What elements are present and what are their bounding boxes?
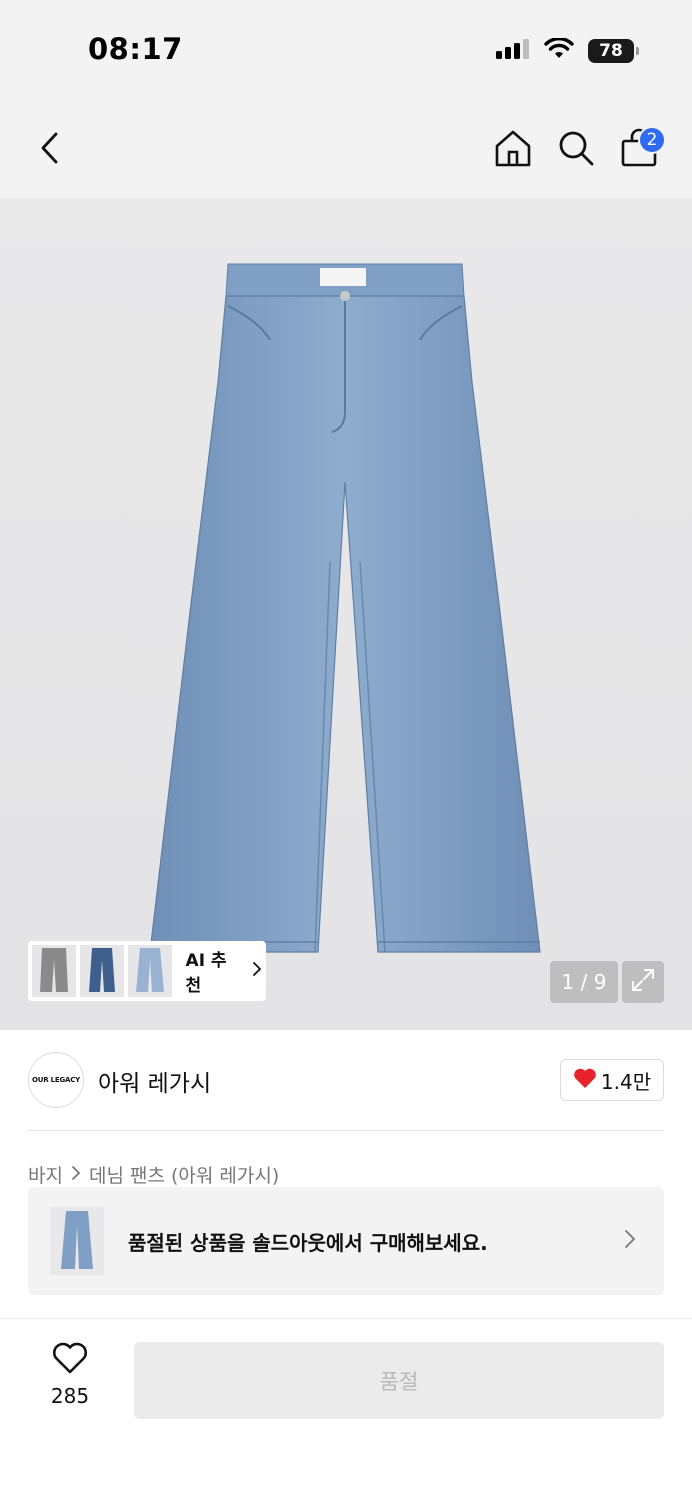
- divider: [28, 1130, 664, 1131]
- breadcrumb-category[interactable]: 바지: [28, 1161, 63, 1188]
- brand-like-count: 1.4만: [600, 1069, 652, 1094]
- brand-logo[interactable]: OUR LEGACY: [28, 1052, 84, 1108]
- banner-product-thumb: [50, 1207, 104, 1275]
- status-time: 08:17: [88, 32, 183, 66]
- ai-thumb-1: [32, 945, 76, 997]
- battery-level: 78: [599, 41, 623, 61]
- ai-recommend-label: AI 추천: [185, 951, 227, 996]
- soldout-buy-button[interactable]: 품절: [134, 1342, 664, 1419]
- search-icon: [557, 129, 595, 171]
- chevron-left-icon: [39, 131, 61, 169]
- home-icon: [493, 128, 533, 172]
- brand-like-button[interactable]: 1.4만: [560, 1059, 664, 1101]
- top-nav: 2: [0, 100, 692, 198]
- image-page-counter: 1 / 9: [550, 961, 618, 1003]
- expand-icon: [630, 967, 656, 997]
- brand-name[interactable]: 아워 레가시: [98, 1064, 211, 1098]
- product-image-gallery[interactable]: AI 추천 1 / 9: [0, 198, 692, 1030]
- chevron-right-icon: [71, 1164, 81, 1186]
- home-button[interactable]: [490, 124, 536, 176]
- chevron-right-icon: [252, 961, 262, 981]
- wishlist-count: 285: [50, 1384, 90, 1408]
- search-button[interactable]: [553, 124, 599, 176]
- ai-thumb-3: [127, 945, 172, 997]
- divider: [0, 1318, 692, 1319]
- ai-thumb-2: [79, 945, 124, 997]
- wishlist-button[interactable]: 285: [40, 1342, 100, 1416]
- breadcrumb: 바지 데님 팬츠 (아워 레가시): [28, 1161, 279, 1188]
- status-icons: 78: [496, 37, 639, 64]
- soldout-banner[interactable]: 품절된 상품을 솔드아웃에서 구매해보세요.: [28, 1187, 664, 1295]
- wifi-icon: [544, 37, 574, 64]
- ai-recommend-button[interactable]: AI 추천: [28, 941, 266, 1001]
- battery-icon: 78: [588, 39, 639, 63]
- heart-filled-icon: [573, 1067, 597, 1094]
- soldout-banner-text: 품절된 상품을 솔드아웃에서 구매해보세요.: [128, 1231, 488, 1255]
- cart-count-badge: 2: [638, 126, 666, 154]
- back-button[interactable]: [28, 124, 72, 176]
- brand-row[interactable]: OUR LEGACY 아워 레가시 1.4만: [28, 1052, 664, 1110]
- chevron-right-icon: [624, 1229, 636, 1253]
- cart-button[interactable]: 2: [616, 124, 666, 176]
- product-jeans-image: [149, 263, 541, 953]
- breadcrumb-subcategory[interactable]: 데님 팬츠 (아워 레가시): [89, 1161, 279, 1188]
- expand-image-button[interactable]: [622, 961, 664, 1003]
- signal-icon: [496, 38, 530, 64]
- status-bar: 08:17 78: [0, 0, 692, 100]
- heart-outline-icon: [52, 1342, 88, 1378]
